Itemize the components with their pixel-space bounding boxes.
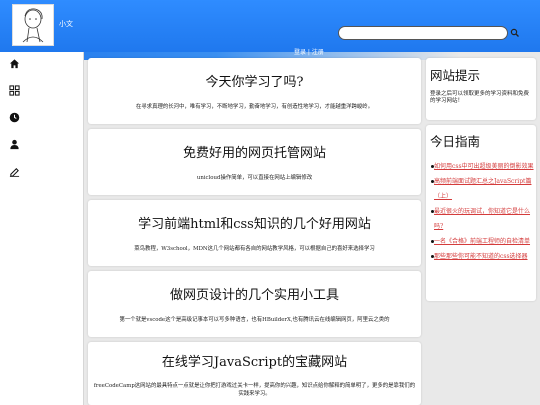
guide-item[interactable]: 一名《合格》前端工程师的自检清单	[431, 234, 537, 249]
guide-item[interactable]: 高频前端面试题汇总之JavaScript篇（上）	[431, 174, 537, 204]
article-card[interactable]: 今天你学习了吗? 在寻求真理的长河中，唯有学习，不断地学习，勤奋地学习，有创造性…	[88, 58, 421, 124]
guide-link[interactable]: 如何用css中可出超级美丽的倒影效果	[434, 163, 534, 170]
guide-item[interactable]: 最近很火的玩调试，你知道它是什么吗?	[431, 204, 537, 234]
search-icon[interactable]	[510, 28, 520, 38]
clock-icon[interactable]	[9, 112, 20, 123]
bullet-icon	[431, 240, 434, 243]
search-input[interactable]	[338, 26, 508, 40]
guide-item[interactable]: 那些那些你可能不知道的css选择器	[431, 249, 537, 264]
login-register-link[interactable]: 登录 | 注册	[294, 47, 324, 56]
guide-item[interactable]: 如何用css中可出超级美丽的倒影效果	[431, 159, 537, 174]
sidebar	[0, 52, 84, 405]
guide-link[interactable]: 一名《合格》前端工程师的自检清单	[434, 238, 530, 245]
article-title[interactable]: 学习前端html和css知识的几个好用网站	[88, 213, 421, 232]
avatar[interactable]	[12, 4, 54, 46]
site-tips-title: 网站提示	[430, 68, 481, 83]
guide-link[interactable]: 那些那些你可能不知道的css选择器	[434, 253, 528, 260]
bullet-icon	[431, 180, 434, 183]
article-card[interactable]: 免费好用的网页托管网站 unicloud操作简单，可以直接在网站上编辑修改	[88, 129, 421, 195]
article-desc: 在寻求真理的长河中，唯有学习，不断地学习，勤奋地学习，有创造性地学习，才能越重洋…	[135, 104, 374, 110]
avatar-sketch-icon	[22, 8, 44, 43]
article-title[interactable]: 在线学习JavaScript的宝藏网站	[88, 351, 421, 370]
article-title[interactable]: 免费好用的网页托管网站	[88, 142, 421, 161]
article-desc: freeCodeCamp这网站的最具特点一点就是让你把打游戏过关卡一样，提高你的…	[93, 383, 416, 397]
top-header: 小文	[0, 0, 540, 52]
article-card[interactable]: 做网页设计的几个实用小工具 第一个就是vscode这个是高级记事本可以写多种语言…	[88, 271, 421, 337]
today-guide-title: 今日指南	[430, 134, 481, 149]
site-tips-text: 登录之后可以领取更多的学习资料和免费的学习网站！	[430, 91, 530, 104]
article-desc: 第一个就是vscode这个是高级记事本可以写多种语言，也有HBuilderX,也…	[119, 317, 390, 323]
site-tips-panel: 网站提示 登录之后可以领取更多的学习资料和免费的学习网站！	[426, 58, 536, 120]
grid-icon[interactable]	[9, 85, 20, 96]
user-icon[interactable]	[9, 139, 20, 150]
article-desc: 菜鸟教程，W3school，MDN这几个网站都有各自的网站教学风格，可以根据自己…	[134, 246, 375, 252]
username[interactable]: 小文	[59, 19, 73, 29]
guide-list: 如何用css中可出超级美丽的倒影效果 高频前端面试题汇总之JavaScript篇…	[431, 159, 537, 264]
article-title[interactable]: 做网页设计的几个实用小工具	[88, 284, 421, 303]
article-title[interactable]: 今天你学习了吗?	[88, 71, 421, 90]
bullet-icon	[431, 210, 434, 213]
article-desc: unicloud操作简单，可以直接在网站上编辑修改	[196, 175, 313, 181]
article-card[interactable]: 在线学习JavaScript的宝藏网站 freeCodeCamp这网站的最具特点…	[88, 342, 421, 405]
today-guide-panel: 今日指南 如何用css中可出超级美丽的倒影效果 高频前端面试题汇总之JavaSc…	[426, 125, 536, 301]
bullet-icon	[431, 255, 434, 258]
guide-link[interactable]: 最近很火的玩调试，你知道它是什么吗?	[434, 208, 530, 230]
article-card[interactable]: 学习前端html和css知识的几个好用网站 菜鸟教程，W3school，MDN这…	[88, 200, 421, 266]
guide-link[interactable]: 高频前端面试题汇总之JavaScript篇（上）	[434, 178, 531, 200]
bullet-icon	[431, 165, 434, 168]
edit-icon[interactable]	[9, 166, 20, 177]
home-icon[interactable]	[9, 58, 20, 69]
